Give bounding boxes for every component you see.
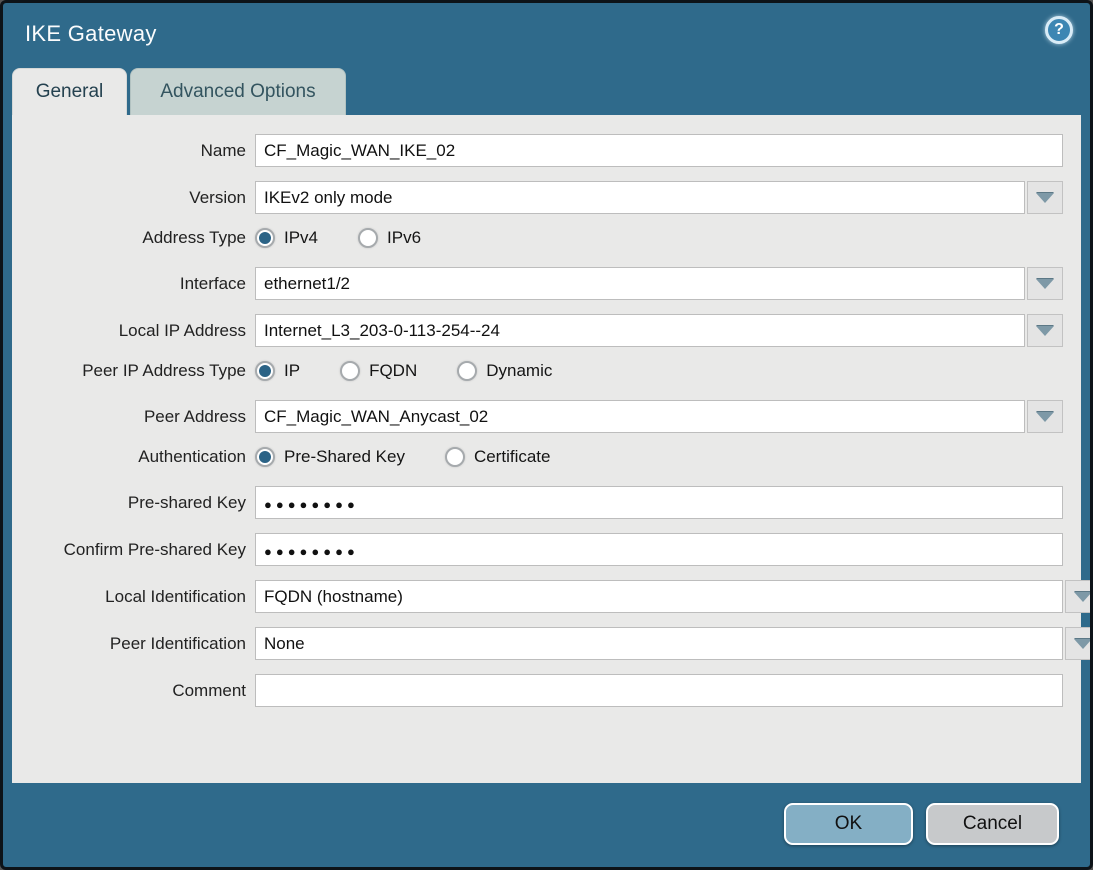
tab-advanced-options[interactable]: Advanced Options — [130, 68, 346, 115]
comment-row: Comment — [12, 674, 1063, 707]
peer-ip-address-type-row: Peer IP Address Type IP FQDN Dynamic — [12, 361, 1063, 381]
radio-circle-ipv6 — [358, 228, 378, 248]
interface-dropdown-button[interactable] — [1027, 267, 1063, 300]
version-dropdown-button[interactable] — [1027, 181, 1063, 214]
local-ip-address-row: Local IP Address — [12, 314, 1063, 347]
comment-input[interactable] — [255, 674, 1063, 707]
radio-label-ipv4: IPv4 — [284, 228, 318, 248]
interface-row: Interface — [12, 267, 1063, 300]
radio-label-fqdn: FQDN — [369, 361, 417, 381]
version-row: Version — [12, 181, 1063, 214]
radio-label-ip: IP — [284, 361, 300, 381]
version-input[interactable] — [255, 181, 1025, 214]
local-ip-address-input[interactable] — [255, 314, 1025, 347]
name-label: Name — [12, 141, 255, 161]
local-ip-address-dropdown-button[interactable] — [1027, 314, 1063, 347]
radio-peer-fqdn[interactable]: FQDN — [340, 361, 417, 381]
authentication-row: Authentication Pre-Shared Key Certificat… — [12, 447, 1063, 467]
general-tab-panel: Name Version Address Type IPv4 — [12, 115, 1081, 783]
dialog-titlebar: IKE Gateway ? — [3, 3, 1090, 68]
peer-ip-address-type-label: Peer IP Address Type — [12, 361, 255, 381]
interface-input[interactable] — [255, 267, 1025, 300]
radio-circle-ipv4 — [255, 228, 275, 248]
peer-identification-row: Peer Identification — [12, 627, 1063, 660]
radio-circle-ip — [255, 361, 275, 381]
radio-ipv4[interactable]: IPv4 — [255, 228, 318, 248]
radio-label-dynamic: Dynamic — [486, 361, 552, 381]
help-icon[interactable]: ? — [1045, 16, 1073, 44]
radio-peer-ip[interactable]: IP — [255, 361, 300, 381]
ike-gateway-dialog: IKE Gateway ? General Advanced Options N… — [0, 0, 1093, 870]
address-type-row: Address Type IPv4 IPv6 — [12, 228, 1063, 248]
confirm-pre-shared-key-input[interactable] — [255, 533, 1063, 566]
tab-general[interactable]: General — [12, 68, 127, 115]
dialog-footer: OK Cancel — [3, 786, 1090, 867]
radio-circle-pre-shared-key — [255, 447, 275, 467]
peer-address-dropdown-button[interactable] — [1027, 400, 1063, 433]
pre-shared-key-row: Pre-shared Key — [12, 486, 1063, 519]
radio-pre-shared-key[interactable]: Pre-Shared Key — [255, 447, 405, 467]
peer-identification-dropdown-button[interactable] — [1065, 627, 1093, 660]
peer-address-input[interactable] — [255, 400, 1025, 433]
peer-identification-label: Peer Identification — [12, 634, 255, 654]
cancel-button[interactable]: Cancel — [926, 803, 1059, 845]
local-identification-type-input[interactable] — [255, 580, 1063, 613]
radio-circle-fqdn — [340, 361, 360, 381]
peer-identification-type-input[interactable] — [255, 627, 1063, 660]
version-label: Version — [12, 188, 255, 208]
chevron-down-icon — [1074, 639, 1092, 649]
address-type-label: Address Type — [12, 228, 255, 248]
radio-label-pre-shared-key: Pre-Shared Key — [284, 447, 405, 467]
chevron-down-icon — [1036, 193, 1054, 203]
peer-address-label: Peer Address — [12, 407, 255, 427]
local-identification-row: Local Identification — [12, 580, 1063, 613]
peer-address-row: Peer Address — [12, 400, 1063, 433]
radio-certificate[interactable]: Certificate — [445, 447, 551, 467]
interface-label: Interface — [12, 274, 255, 294]
radio-circle-certificate — [445, 447, 465, 467]
name-row: Name — [12, 134, 1063, 167]
local-identification-dropdown-button[interactable] — [1065, 580, 1093, 613]
chevron-down-icon — [1074, 592, 1092, 602]
chevron-down-icon — [1036, 412, 1054, 422]
ok-button[interactable]: OK — [784, 803, 913, 845]
radio-ipv6[interactable]: IPv6 — [358, 228, 421, 248]
chevron-down-icon — [1036, 279, 1054, 289]
local-ip-address-label: Local IP Address — [12, 321, 255, 341]
radio-peer-dynamic[interactable]: Dynamic — [457, 361, 552, 381]
radio-label-certificate: Certificate — [474, 447, 551, 467]
radio-label-ipv6: IPv6 — [387, 228, 421, 248]
comment-label: Comment — [12, 681, 255, 701]
tab-bar: General Advanced Options — [12, 68, 1090, 115]
local-identification-label: Local Identification — [12, 587, 255, 607]
chevron-down-icon — [1036, 326, 1054, 336]
pre-shared-key-input[interactable] — [255, 486, 1063, 519]
name-input[interactable] — [255, 134, 1063, 167]
pre-shared-key-label: Pre-shared Key — [12, 493, 255, 513]
radio-circle-dynamic — [457, 361, 477, 381]
confirm-pre-shared-key-label: Confirm Pre-shared Key — [12, 540, 255, 560]
authentication-label: Authentication — [12, 447, 255, 467]
confirm-pre-shared-key-row: Confirm Pre-shared Key — [12, 533, 1063, 566]
dialog-title: IKE Gateway — [25, 21, 157, 47]
